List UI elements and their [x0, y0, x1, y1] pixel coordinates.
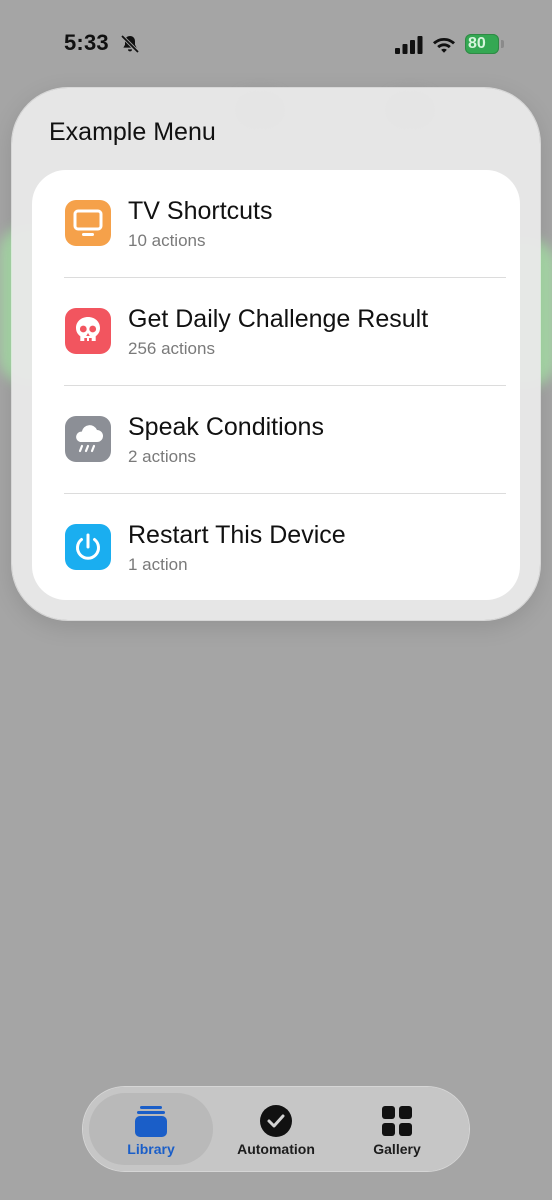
menu-item-title: TV Shortcuts	[128, 197, 273, 225]
battery-icon: 80	[465, 34, 505, 56]
tab-gallery[interactable]: Gallery	[335, 1093, 459, 1165]
status-bar: 5:33 80	[0, 0, 552, 90]
menu-item-title: Restart This Device	[128, 521, 346, 549]
skull-icon	[65, 308, 111, 354]
menu-item-restart-this-device[interactable]: Restart This Device 1 action	[32, 494, 520, 600]
bell-slash-icon	[120, 34, 140, 54]
tab-library[interactable]: Library	[89, 1093, 213, 1165]
status-time: 5:33	[64, 30, 109, 55]
menu-item-subtitle: 10 actions	[128, 231, 206, 250]
battery-level: 80	[468, 35, 486, 52]
library-icon	[135, 1106, 167, 1137]
tab-label: Gallery	[373, 1141, 421, 1157]
menu-item-subtitle: 2 actions	[128, 447, 197, 466]
menu-list: TV Shortcuts 10 actions Get Daily Challe…	[32, 170, 520, 600]
wifi-icon	[433, 38, 455, 53]
tab-bar: Library Automation Gallery	[83, 1087, 469, 1171]
power-icon	[65, 524, 111, 570]
tv-icon	[65, 200, 111, 246]
example-menu-sheet: Example Menu TV Shortcuts 10 actions Get…	[12, 88, 540, 620]
menu-item-speak-conditions[interactable]: Speak Conditions 2 actions	[32, 386, 520, 493]
clock-icon	[260, 1105, 292, 1137]
menu-item-title: Speak Conditions	[128, 413, 324, 441]
menu-item-subtitle: 256 actions	[128, 339, 215, 358]
menu-item-tv-shortcuts[interactable]: TV Shortcuts 10 actions	[32, 170, 520, 277]
tab-label: Automation	[237, 1141, 315, 1157]
cloud-rain-icon	[65, 416, 111, 462]
menu-title: Example Menu	[49, 118, 216, 146]
tab-label: Library	[127, 1141, 175, 1157]
menu-item-get-daily-challenge-result[interactable]: Get Daily Challenge Result 256 actions	[32, 278, 520, 385]
tab-automation[interactable]: Automation	[214, 1093, 338, 1165]
signal-icon	[395, 36, 423, 54]
menu-item-title: Get Daily Challenge Result	[128, 305, 429, 333]
grid-icon	[382, 1106, 412, 1136]
menu-item-subtitle: 1 action	[128, 555, 188, 574]
